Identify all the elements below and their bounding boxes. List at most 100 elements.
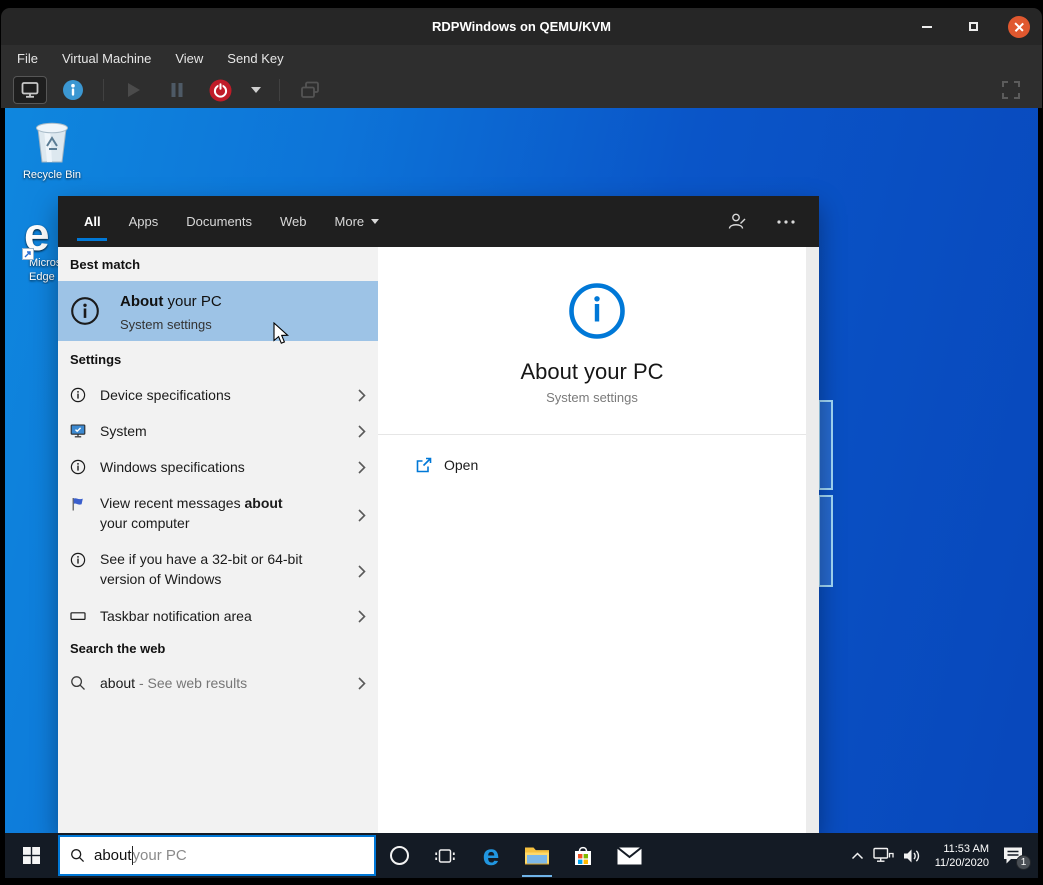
tray-clock[interactable]: 11:53 AM 11/20/2020 — [935, 842, 989, 870]
tray-time: 11:53 AM — [935, 842, 989, 856]
ellipsis-icon[interactable] — [777, 219, 795, 225]
best-match-item[interactable]: About your PC System settings — [58, 281, 378, 341]
snapshots-icon — [299, 79, 321, 101]
edge-taskbar-button[interactable]: e — [468, 833, 514, 878]
close-icon — [1014, 22, 1023, 31]
result-device-specifications[interactable]: Device specifications — [58, 377, 378, 413]
menubar: File Virtual Machine View Send Key — [1, 45, 1042, 72]
info-circle-icon — [70, 296, 100, 331]
result-system[interactable]: System — [58, 413, 378, 449]
file-explorer-icon — [524, 845, 550, 866]
open-external-icon — [415, 457, 432, 474]
search-header-actions — [726, 211, 795, 232]
chevron-right-icon — [358, 565, 366, 578]
network-icon[interactable] — [873, 847, 894, 864]
preview-divider — [378, 434, 806, 435]
chevron-right-icon — [358, 610, 366, 623]
console-button[interactable] — [13, 76, 47, 104]
tab-apps[interactable]: Apps — [129, 196, 159, 247]
mail-button[interactable] — [606, 833, 652, 878]
search-tabs-bar: All Apps Documents Web More — [58, 196, 819, 247]
desktop-icon-label-line2: Edge — [20, 270, 58, 284]
shutdown-button[interactable] — [203, 76, 237, 104]
shutdown-menu-button[interactable] — [246, 76, 266, 104]
close-button[interactable] — [1008, 16, 1030, 38]
action-center-button[interactable]: 1 — [1002, 846, 1024, 865]
chevron-right-icon — [358, 677, 366, 690]
search-flyout: All Apps Documents Web More Best match — [58, 196, 819, 833]
result-taskbar-notification-area[interactable]: Taskbar notification area — [58, 598, 378, 634]
section-search-the-web: Search the web — [70, 641, 165, 656]
windows-desktop[interactable]: Recycle Bin e Micros Edge All Apps Docu — [5, 108, 1038, 833]
tab-documents[interactable]: Documents — [186, 196, 252, 247]
menu-view[interactable]: View — [175, 51, 203, 66]
flag-icon — [70, 496, 86, 512]
result-windows-specifications[interactable]: Windows specifications — [58, 449, 378, 485]
start-icon — [23, 847, 40, 864]
tab-all[interactable]: All — [84, 196, 101, 247]
panel-scroll-gutter[interactable] — [806, 247, 819, 833]
volume-icon[interactable] — [903, 848, 922, 864]
notification-badge: 1 — [1016, 855, 1031, 870]
info-circle-icon — [70, 459, 86, 475]
store-button[interactable] — [560, 833, 606, 878]
signin-person-icon[interactable] — [726, 211, 747, 232]
result-web-search[interactable]: about - See web results — [58, 665, 378, 701]
edge-icon: e — [483, 841, 500, 871]
chevron-right-icon — [358, 509, 366, 522]
chevron-right-icon — [358, 389, 366, 402]
recycle-bin-icon — [29, 116, 75, 166]
result-32bit-or-64bit[interactable]: See if you have a 32-bit or 64-bitversio… — [58, 544, 378, 594]
file-explorer-button[interactable] — [514, 833, 560, 878]
edge-icon: e — [20, 212, 58, 256]
minimize-button[interactable] — [916, 16, 938, 38]
desktop-icon-edge[interactable]: e Micros Edge — [20, 212, 58, 284]
info-circle-icon — [568, 282, 626, 345]
menu-send-key[interactable]: Send Key — [227, 51, 283, 66]
maximize-button[interactable] — [962, 16, 984, 38]
search-results: Best match About your PC System settings… — [58, 247, 819, 833]
open-action[interactable]: Open — [378, 447, 806, 483]
toolbar-separator — [103, 79, 104, 101]
fullscreen-icon — [1002, 81, 1020, 99]
cortana-button[interactable] — [376, 833, 422, 878]
task-view-button[interactable] — [422, 833, 468, 878]
section-settings: Settings — [70, 352, 121, 367]
system-monitor-icon — [70, 423, 86, 439]
pause-button[interactable] — [160, 76, 194, 104]
tab-web[interactable]: Web — [280, 196, 307, 247]
run-play-icon — [126, 82, 142, 98]
result-view-recent-messages[interactable]: View recent messages aboutyour computer — [58, 488, 378, 538]
best-match-subtitle: System settings — [120, 317, 212, 332]
mail-icon — [617, 847, 642, 865]
fullscreen-button[interactable] — [994, 76, 1028, 104]
shutdown-power-icon — [209, 79, 232, 102]
console-monitor-icon — [20, 80, 40, 100]
system-tray: 11:53 AM 11/20/2020 1 — [851, 842, 1038, 870]
mouse-cursor — [273, 322, 290, 351]
tab-more[interactable]: More — [335, 196, 380, 247]
start-button[interactable] — [5, 833, 58, 878]
run-button[interactable] — [117, 76, 151, 104]
taskbar-search-input[interactable]: about your PC — [58, 835, 376, 876]
details-button[interactable] — [56, 76, 90, 104]
window-title: RDPWindows on QEMU/KVM — [1, 8, 1042, 45]
best-match-title: About your PC — [120, 293, 222, 310]
search-icon — [70, 848, 85, 863]
chevron-up-icon[interactable] — [851, 851, 864, 861]
wallpaper-logo-pane — [818, 400, 833, 490]
preview-title: About your PC — [378, 359, 806, 385]
menu-virtual-machine[interactable]: Virtual Machine — [62, 51, 151, 66]
preview-subtitle: System settings — [378, 390, 806, 405]
snapshots-button[interactable] — [293, 76, 327, 104]
search-icon — [70, 675, 86, 691]
taskbar-rect-icon — [70, 608, 86, 624]
details-info-icon — [62, 79, 84, 101]
chevron-right-icon — [358, 461, 366, 474]
wallpaper-logo-pane — [818, 495, 833, 587]
menu-file[interactable]: File — [17, 51, 38, 66]
desktop-icon-recycle-bin[interactable]: Recycle Bin — [19, 116, 85, 181]
virt-viewer-window: RDPWindows on QEMU/KVM File Virtual Mach… — [0, 0, 1043, 885]
search-suggestion-text: your PC — [133, 847, 187, 864]
maximize-icon — [969, 22, 978, 31]
